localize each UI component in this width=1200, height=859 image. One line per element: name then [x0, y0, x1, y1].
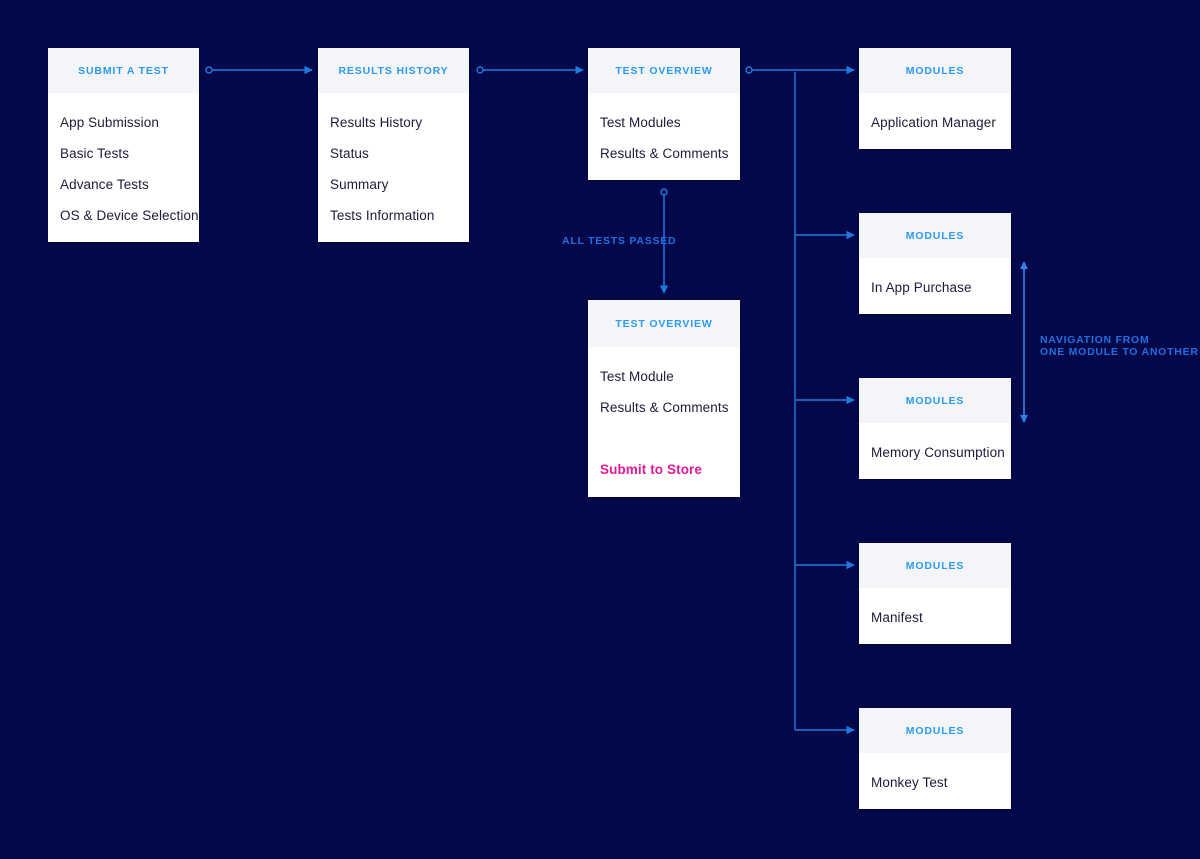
card-module-in-app-purchase[interactable]: MODULES In App Purchase [859, 213, 1011, 314]
card-body-module: Monkey Test [859, 753, 1011, 809]
card-title-module: MODULES [905, 394, 965, 407]
label-navigation-between-modules: NAVIGATION FROM ONE MODULE TO ANOTHER [1040, 334, 1199, 359]
list-item[interactable]: Advance Tests [60, 177, 149, 192]
connector-submit-to-results [205, 65, 313, 75]
list-item[interactable]: Status [330, 146, 369, 161]
card-header-test-overview-bottom: TEST OVERVIEW [588, 300, 740, 347]
card-body-module: Application Manager [859, 93, 1011, 149]
card-title-module: MODULES [905, 724, 965, 737]
card-header-results-history: RESULTS HISTORY [318, 48, 469, 93]
card-module-manifest[interactable]: MODULES Manifest [859, 543, 1011, 644]
list-item[interactable]: Basic Tests [60, 146, 129, 161]
card-header-module: MODULES [859, 378, 1011, 423]
list-item[interactable]: Results & Comments [600, 146, 729, 161]
card-header-module: MODULES [859, 48, 1011, 93]
card-header-module: MODULES [859, 543, 1011, 588]
card-title-module: MODULES [905, 229, 965, 242]
list-item[interactable]: Summary [330, 177, 388, 192]
card-results-history[interactable]: RESULTS HISTORY Results History Status S… [318, 48, 469, 242]
card-header-test-overview-top: TEST OVERVIEW [588, 48, 740, 93]
list-item[interactable]: App Submission [60, 115, 159, 130]
card-title-test-overview-bottom: TEST OVERVIEW [615, 317, 713, 330]
label-all-tests-passed: ALL TESTS PASSED [562, 235, 677, 247]
module-name[interactable]: Manifest [871, 610, 923, 625]
card-title-results-history: RESULTS HISTORY [338, 64, 449, 77]
card-test-overview-bottom[interactable]: TEST OVERVIEW Test Module Results & Comm… [588, 300, 740, 497]
card-body-module: In App Purchase [859, 258, 1011, 314]
connector-results-to-overview [476, 65, 584, 75]
card-module-application-manager[interactable]: MODULES Application Manager [859, 48, 1011, 149]
card-module-memory-consumption[interactable]: MODULES Memory Consumption [859, 378, 1011, 479]
card-body-module: Memory Consumption [859, 423, 1011, 479]
card-title-module: MODULES [905, 559, 965, 572]
card-body-test-overview-top: Test Modules Results & Comments [588, 93, 740, 180]
module-name[interactable]: In App Purchase [871, 280, 972, 295]
card-header-module: MODULES [859, 213, 1011, 258]
module-name[interactable]: Memory Consumption [871, 445, 1005, 460]
card-header-submit-a-test: SUBMIT A TEST [48, 48, 199, 93]
card-body-results-history: Results History Status Summary Tests Inf… [318, 93, 469, 242]
submit-to-store-link[interactable]: Submit to Store [600, 462, 702, 477]
flow-diagram-canvas: SUBMIT A TEST App Submission Basic Tests… [0, 0, 1200, 859]
list-item[interactable]: Results & Comments [600, 400, 729, 415]
list-item[interactable]: OS & Device Selection [60, 208, 199, 223]
list-item[interactable]: Tests Information [330, 208, 435, 223]
module-name[interactable]: Monkey Test [871, 775, 948, 790]
card-title-submit-a-test: SUBMIT A TEST [78, 64, 169, 77]
list-item[interactable]: Results History [330, 115, 422, 130]
card-body-submit-a-test: App Submission Basic Tests Advance Tests… [48, 93, 199, 242]
card-title-test-overview-top: TEST OVERVIEW [615, 64, 713, 77]
card-submit-a-test[interactable]: SUBMIT A TEST App Submission Basic Tests… [48, 48, 199, 242]
list-item[interactable]: Test Modules [600, 115, 681, 130]
connector-overview-to-modules-trunk [745, 65, 855, 735]
card-body-module: Manifest [859, 588, 1011, 644]
list-item[interactable]: Test Module [600, 369, 674, 384]
card-module-monkey-test[interactable]: MODULES Monkey Test [859, 708, 1011, 809]
card-body-test-overview-bottom: Test Module Results & Comments Submit to… [588, 347, 740, 497]
card-title-module: MODULES [905, 64, 965, 77]
module-name[interactable]: Application Manager [871, 115, 996, 130]
card-header-module: MODULES [859, 708, 1011, 753]
card-test-overview-top[interactable]: TEST OVERVIEW Test Modules Results & Com… [588, 48, 740, 180]
